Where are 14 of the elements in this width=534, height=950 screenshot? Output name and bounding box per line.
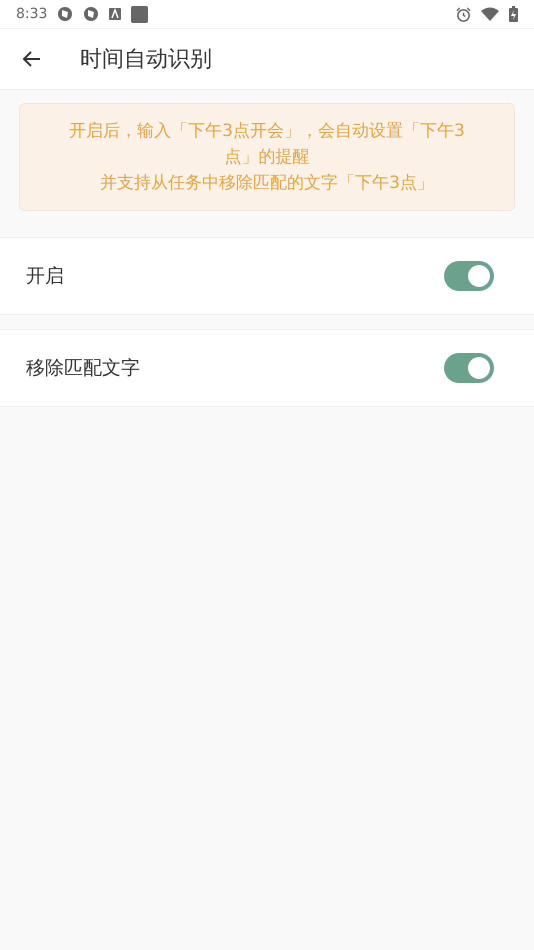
toggle-switch[interactable] [444,261,494,291]
battery-icon [509,6,518,22]
notification-icon [109,8,122,20]
page-title: 时间自动识别 [80,46,212,74]
aperture-icon [57,6,74,22]
alarm-icon [456,6,471,22]
setting-label: 开启 [26,264,64,289]
status-time: 8:33 [16,6,48,22]
info-notice: 开启后，输入「下午3点开会」，会自动设置「下午3点」的提醒 并支持从任务中移除匹配的文字「下午3点」 [19,103,515,211]
aperture-icon [83,6,100,22]
wifi-icon [481,7,499,21]
setting-label: 移除匹配文字 [26,356,140,381]
toggle-switch[interactable] [444,353,494,383]
square-icon [131,6,148,22]
